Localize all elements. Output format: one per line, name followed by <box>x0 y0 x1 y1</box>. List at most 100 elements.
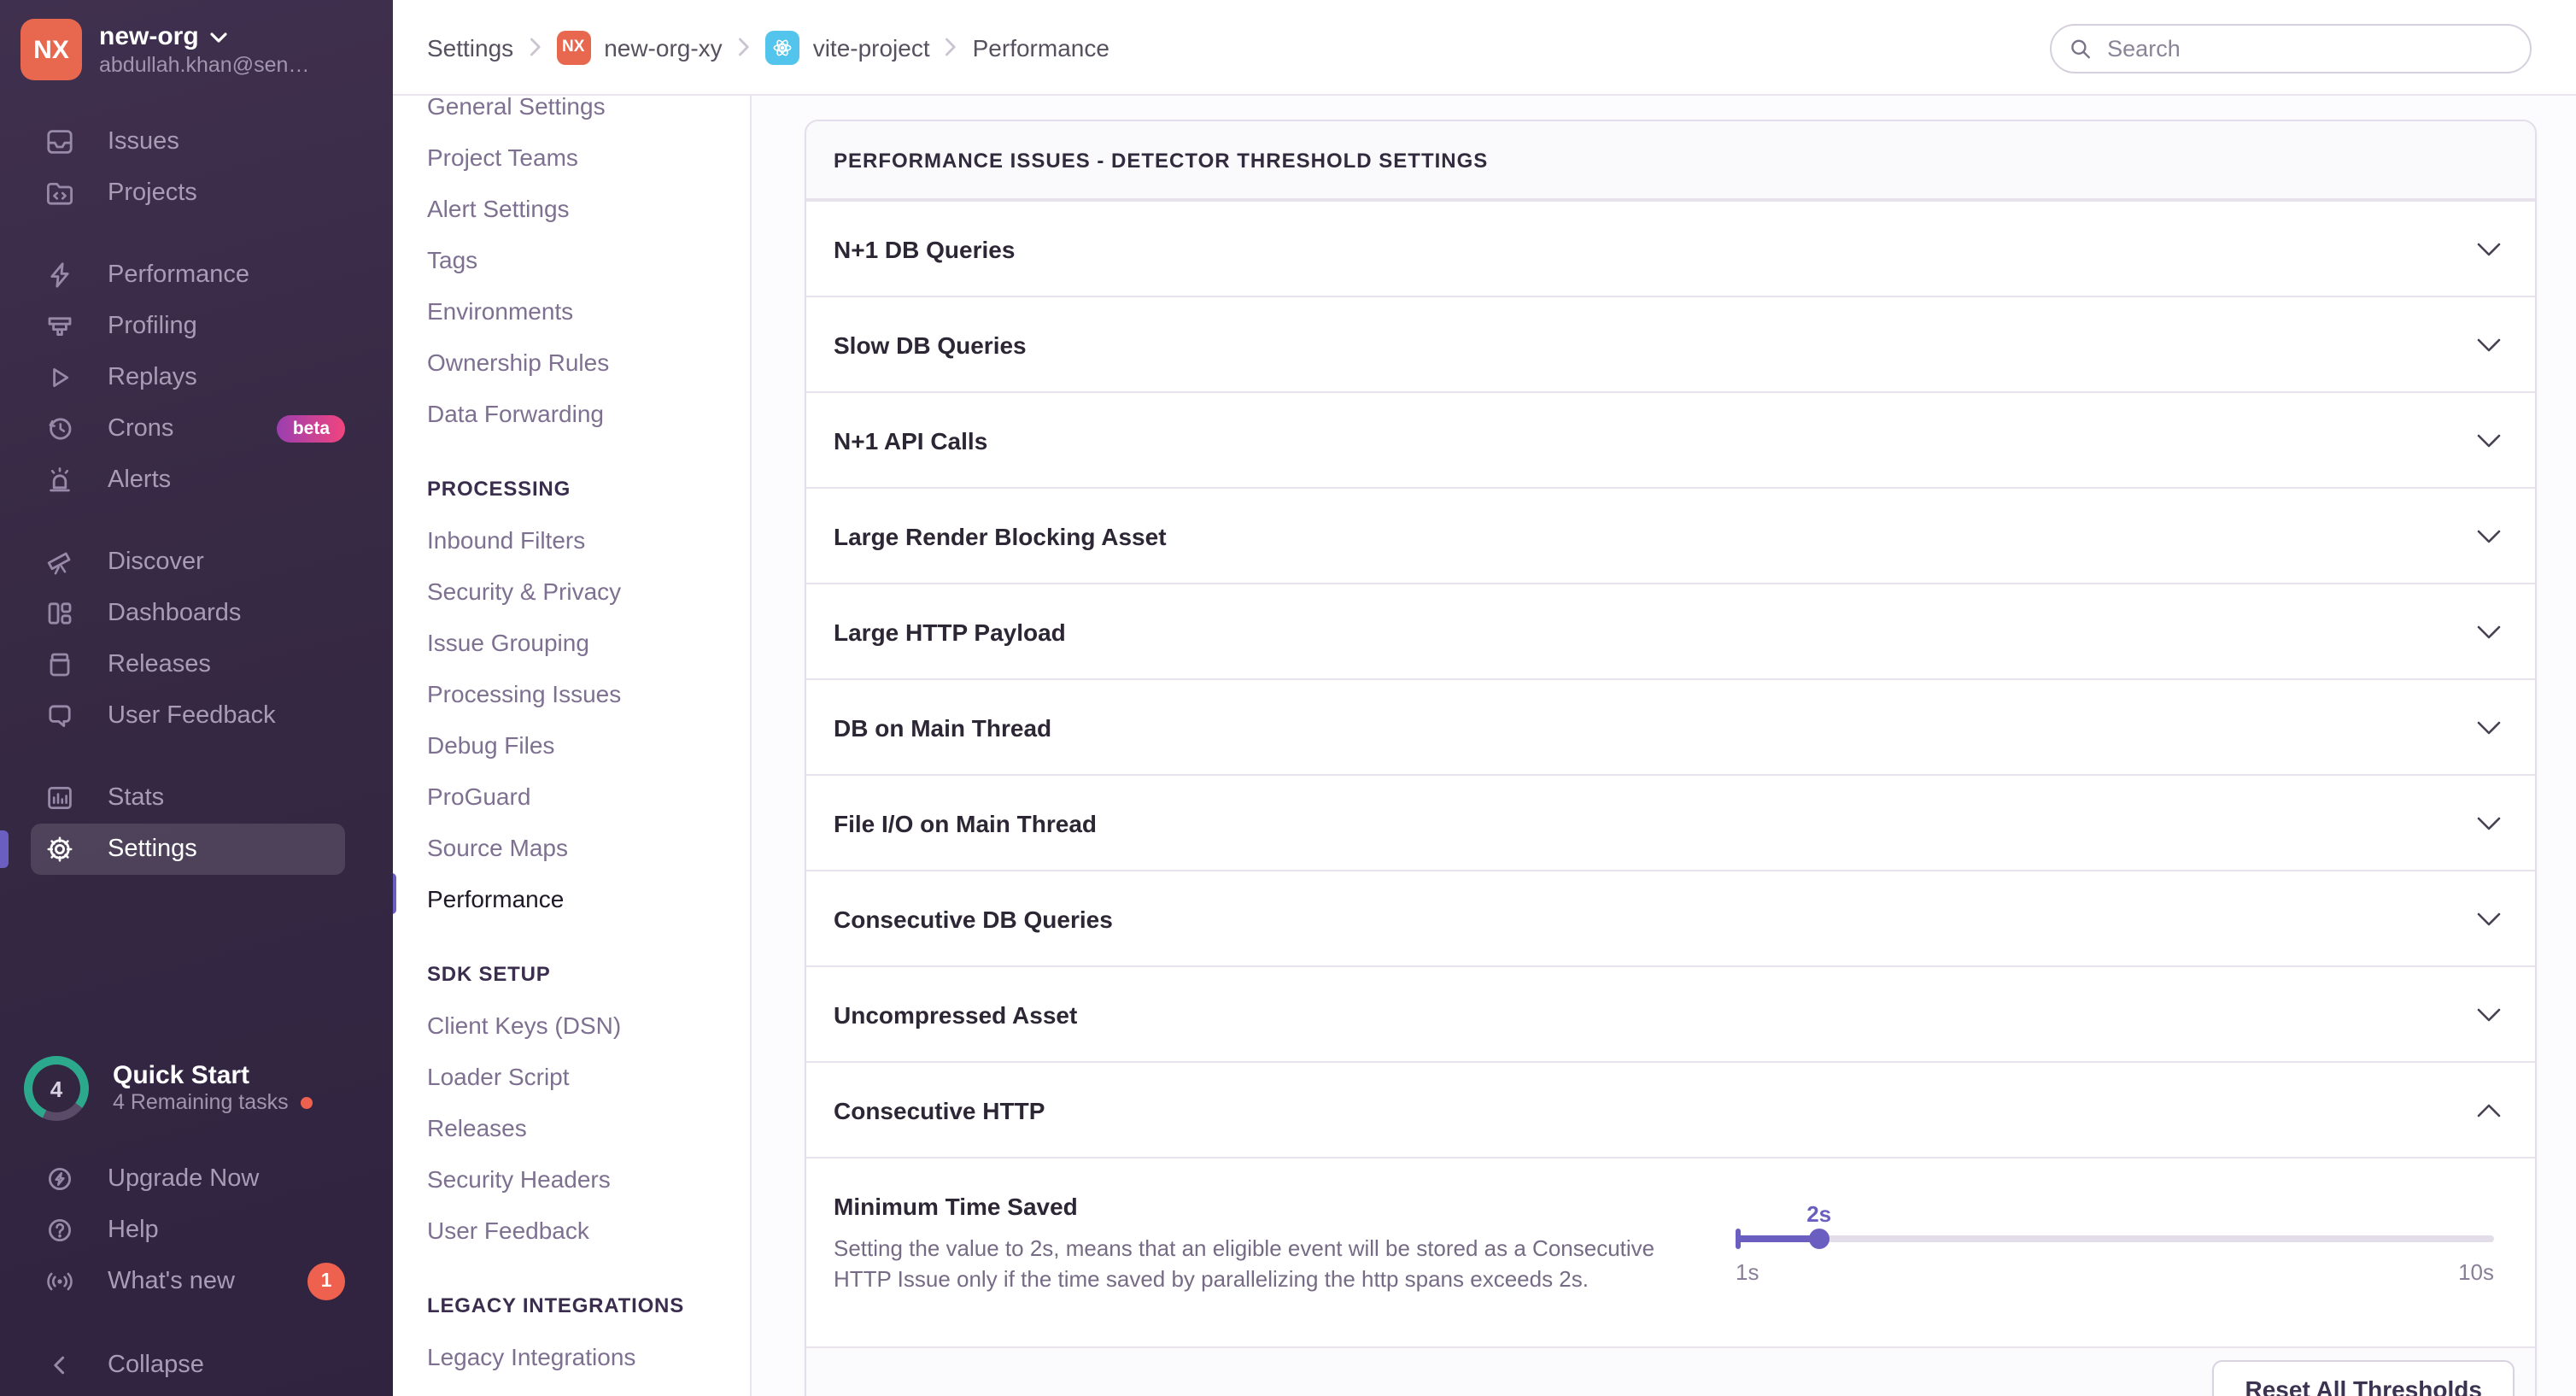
replays-icon <box>44 362 75 393</box>
projects-icon <box>44 178 75 208</box>
releases-icon <box>44 649 75 680</box>
settings-nav-environments[interactable]: Environments <box>393 285 750 337</box>
sidebar-group-performance: Performance Profiling Replays Crons beta… <box>0 249 393 506</box>
sidebar-item-dashboards[interactable]: Dashboards <box>31 588 345 639</box>
breadcrumb-project[interactable]: vite-project <box>765 30 930 64</box>
sidebar-group-discover: Discover Dashboards Releases User Feedba… <box>0 537 393 742</box>
slider-track[interactable] <box>1736 1235 2494 1242</box>
sidebar-item-label: Issues <box>108 128 179 155</box>
performance-icon <box>44 260 75 290</box>
sidebar-item-crons[interactable]: Crons beta <box>31 403 345 455</box>
quick-start[interactable]: 4 Quick Start 4 Remaining tasks <box>24 1056 313 1121</box>
row-slow-db-queries[interactable]: Slow DB Queries <box>806 296 2535 391</box>
search-box <box>2050 24 2532 73</box>
reset-all-thresholds-button[interactable]: Reset All Thresholds <box>2213 1360 2515 1396</box>
react-project-icon <box>765 30 799 64</box>
settings-nav-proguard[interactable]: ProGuard <box>393 771 750 822</box>
chevron-down-icon <box>2477 1007 2501 1021</box>
sidebar-item-label: User Feedback <box>108 702 276 730</box>
discover-icon <box>44 547 75 578</box>
settings-nav-source-maps[interactable]: Source Maps <box>393 822 750 873</box>
settings-nav-security-headers[interactable]: Security Headers <box>393 1153 750 1205</box>
chevron-down-icon <box>2477 433 2501 447</box>
sidebar-item-settings[interactable]: Settings <box>31 824 345 875</box>
sidebar-group-stats: Stats Settings <box>0 772 393 875</box>
sidebar-item-profiling[interactable]: Profiling <box>31 301 345 352</box>
chevron-right-icon <box>738 38 750 56</box>
row-n1-db-queries[interactable]: N+1 DB Queries <box>806 200 2535 296</box>
issues-icon <box>44 126 75 157</box>
chevron-down-icon <box>2477 912 2501 925</box>
sidebar-item-user-feedback[interactable]: User Feedback <box>31 690 345 742</box>
field-label: Minimum Time Saved <box>834 1193 1078 1220</box>
settings-nav-data-forwarding[interactable]: Data Forwarding <box>393 388 750 439</box>
settings-nav-project-teams[interactable]: Project Teams <box>393 132 750 183</box>
sidebar-item-discover[interactable]: Discover <box>31 537 345 588</box>
slider-handle[interactable] <box>1809 1229 1830 1249</box>
settings-nav-inbound-filters[interactable]: Inbound Filters <box>393 514 750 566</box>
settings-nav-performance[interactable]: Performance <box>393 873 750 924</box>
sidebar-item-label: Crons <box>108 415 173 443</box>
sidebar-item-upgrade-now[interactable]: Upgrade Now <box>31 1153 345 1205</box>
row-consecutive-db-queries[interactable]: Consecutive DB Queries <box>806 870 2535 965</box>
settings-nav-tags[interactable]: Tags <box>393 234 750 285</box>
breadcrumb-page: Performance <box>973 33 1109 61</box>
settings-nav-ownership-rules[interactable]: Ownership Rules <box>393 337 750 388</box>
sidebar-item-releases[interactable]: Releases <box>31 639 345 690</box>
broadcast-icon <box>44 1266 75 1297</box>
search-input[interactable] <box>2104 34 2513 63</box>
sidebar-item-label: Profiling <box>108 313 197 340</box>
settings-nav-client-keys[interactable]: Client Keys (DSN) <box>393 1000 750 1051</box>
settings-nav-user-feedback[interactable]: User Feedback <box>393 1205 750 1256</box>
settings-nav-processing-issues[interactable]: Processing Issues <box>393 668 750 719</box>
row-large-render-blocking-asset[interactable]: Large Render Blocking Asset <box>806 487 2535 583</box>
sidebar-collapse-button[interactable]: Collapse <box>31 1340 345 1391</box>
sidebar-item-performance[interactable]: Performance <box>31 249 345 301</box>
settings-nav-releases[interactable]: Releases <box>393 1102 750 1153</box>
sidebar-item-replays[interactable]: Replays <box>31 352 345 403</box>
sidebar-item-label: Upgrade Now <box>108 1165 259 1193</box>
help-icon <box>44 1215 75 1246</box>
settings-nav-debug-files[interactable]: Debug Files <box>393 719 750 771</box>
crons-icon <box>44 414 75 444</box>
settings-nav-security-privacy[interactable]: Security & Privacy <box>393 566 750 617</box>
sidebar-item-projects[interactable]: Projects <box>31 167 345 219</box>
field-description: Setting the value to 2s, means that an e… <box>834 1234 1671 1295</box>
chevron-up-icon <box>2477 1103 2501 1117</box>
breadcrumb-settings[interactable]: Settings <box>427 33 513 61</box>
panel-footer: Reset All Thresholds <box>806 1346 2535 1396</box>
row-n1-api-calls[interactable]: N+1 API Calls <box>806 391 2535 487</box>
row-large-http-payload[interactable]: Large HTTP Payload <box>806 583 2535 678</box>
row-db-on-main-thread[interactable]: DB on Main Thread <box>806 678 2535 774</box>
slider-min-label: 1s <box>1736 1259 1759 1285</box>
panel-title: PERFORMANCE ISSUES - DETECTOR THRESHOLD … <box>806 121 2535 200</box>
slider-start-tick <box>1736 1229 1741 1249</box>
sidebar-item-label: Projects <box>108 179 197 207</box>
sidebar-item-whats-new[interactable]: What's new 1 <box>31 1256 345 1307</box>
row-uncompressed-asset[interactable]: Uncompressed Asset <box>806 965 2535 1061</box>
upgrade-icon <box>44 1164 75 1194</box>
settings-nav-loader-script[interactable]: Loader Script <box>393 1051 750 1102</box>
row-file-io-on-main-thread[interactable]: File I/O on Main Thread <box>806 774 2535 870</box>
sidebar-item-issues[interactable]: Issues <box>31 116 345 167</box>
settings-nav: General Settings Project Teams Alert Set… <box>393 0 752 1396</box>
breadcrumb-organization[interactable]: NX new-org-xy <box>556 30 723 64</box>
sidebar-item-help[interactable]: Help <box>31 1205 345 1256</box>
settings-nav-issue-grouping[interactable]: Issue Grouping <box>393 617 750 668</box>
org-switcher[interactable]: NX new-org abdullah.khan@sen… <box>20 19 309 80</box>
sidebar-item-alerts[interactable]: Alerts <box>31 455 345 506</box>
chevron-down-icon <box>2477 720 2501 734</box>
chevron-down-icon <box>2477 337 2501 351</box>
active-item-indicator <box>0 830 9 868</box>
chevron-down-icon <box>2477 816 2501 830</box>
sidebar-item-label: Performance <box>108 261 249 289</box>
settings-nav-alert-settings[interactable]: Alert Settings <box>393 183 750 234</box>
chevron-right-icon <box>529 38 541 56</box>
top-header: Settings NX new-org-xy vite-project Perf… <box>393 0 2576 96</box>
app-root: NX new-org abdullah.khan@sen… Issues Pro… <box>0 0 2576 1396</box>
quick-start-title: Quick Start <box>113 1061 313 1090</box>
row-consecutive-http[interactable]: Consecutive HTTP <box>806 1061 2535 1157</box>
sidebar-item-label: Discover <box>108 548 204 576</box>
settings-nav-legacy-integrations[interactable]: Legacy Integrations <box>393 1331 750 1382</box>
sidebar-item-stats[interactable]: Stats <box>31 772 345 824</box>
